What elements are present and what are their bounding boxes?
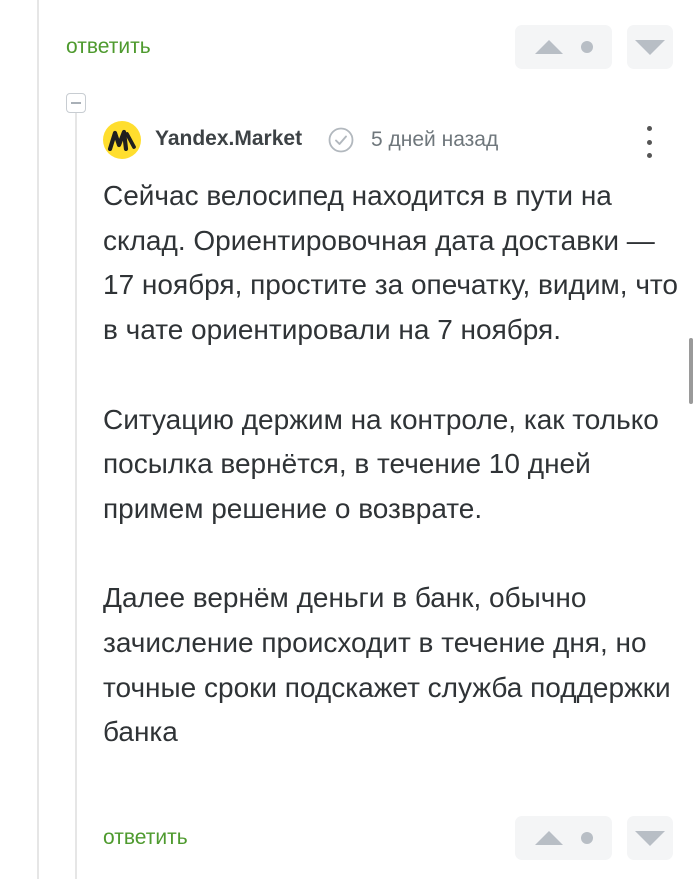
reply-link-top[interactable]: ответить <box>66 35 151 59</box>
arrow-down-icon <box>635 39 665 55</box>
author-name[interactable]: Yandex.Market <box>155 127 302 151</box>
avatar[interactable] <box>103 121 141 159</box>
dot-icon <box>580 41 593 53</box>
vote-group <box>515 816 612 860</box>
arrow-up-icon[interactable] <box>534 40 563 54</box>
downvote-button-top[interactable] <box>627 25 673 69</box>
minus-square-icon[interactable] <box>66 93 86 113</box>
arrow-down-icon <box>635 830 665 846</box>
thread-line-inner[interactable] <box>75 113 77 879</box>
arrow-up-icon[interactable] <box>534 831 563 845</box>
comment-body: Сейчас велосипед находится в пути на скл… <box>103 174 683 800</box>
vote-group-top <box>515 25 612 69</box>
dot-icon <box>580 832 593 844</box>
scrollbar-thumb[interactable] <box>689 338 693 404</box>
reply-link[interactable]: ответить <box>103 826 188 850</box>
comment-paragraph: Сейчас велосипед находится в пути на скл… <box>103 180 678 346</box>
comment-timestamp[interactable]: 5 дней назад <box>371 128 498 152</box>
thread-line-outer <box>37 0 39 879</box>
comment-paragraph: Далее вернём деньги в банк, обычно зачис… <box>103 582 671 748</box>
downvote-button[interactable] <box>627 816 673 860</box>
check-circle-icon <box>328 127 354 153</box>
more-vertical-icon[interactable] <box>638 122 660 162</box>
yandex-market-logo-icon <box>107 129 136 151</box>
comment-paragraph: Ситуацию держим на контроле, как только … <box>103 403 659 524</box>
